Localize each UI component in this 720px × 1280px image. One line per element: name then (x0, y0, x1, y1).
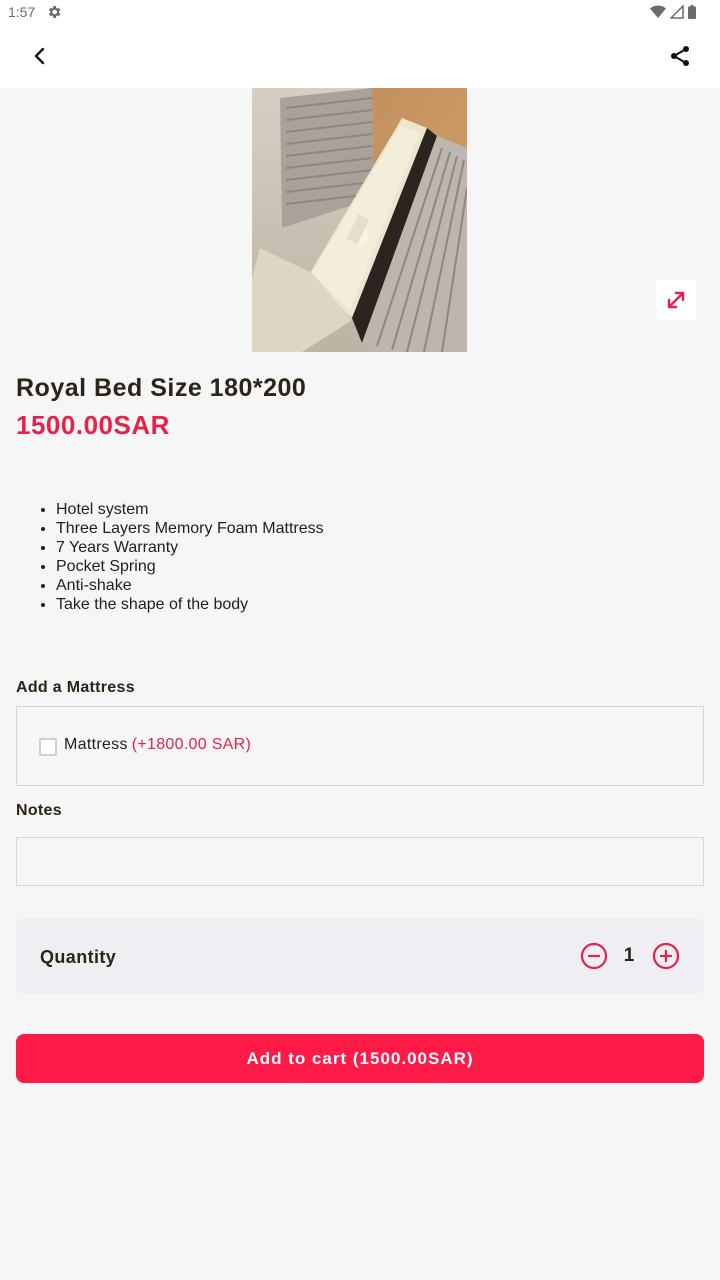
chevron-left-icon (34, 47, 45, 65)
status-icons (650, 4, 696, 20)
mattress-option-text: Mattress (+1800.00 SAR) (64, 736, 251, 754)
minus-circle-icon (580, 942, 608, 970)
increase-quantity-button[interactable] (650, 940, 682, 972)
notes-input[interactable] (16, 837, 704, 886)
battery-icon (688, 5, 696, 19)
plus-circle-icon (652, 942, 680, 970)
feature-item: Hotel system (56, 500, 324, 519)
status-bar: 1:57 (0, 0, 720, 24)
bed-photo (252, 88, 467, 352)
signal-icon (670, 5, 684, 19)
mattress-extra-price: (+1800.00 SAR) (131, 736, 252, 753)
product-image[interactable] (252, 88, 467, 352)
add-to-cart-button[interactable]: Add to cart (1500.00SAR) (16, 1034, 704, 1083)
mattress-option[interactable]: Mattress (+1800.00 SAR) (16, 706, 704, 786)
addon-section-label: Add a Mattress (16, 679, 135, 696)
quantity-value: 1 (623, 945, 635, 966)
product-title: Royal Bed Size 180*200 (16, 374, 307, 402)
product-price: 1500.00SAR (16, 410, 170, 440)
status-time: 1:57 (8, 4, 36, 20)
feature-item: Anti-shake (56, 576, 324, 595)
feature-item: Three Layers Memory Foam Mattress (56, 519, 324, 538)
back-button[interactable] (24, 40, 56, 72)
gear-icon (46, 4, 62, 20)
feature-item: 7 Years Warranty (56, 538, 324, 557)
notes-label: Notes (16, 802, 62, 819)
expand-icon (667, 291, 685, 309)
mattress-checkbox[interactable] (39, 738, 57, 756)
feature-item: Pocket Spring (56, 557, 324, 576)
decrease-quantity-button[interactable] (578, 940, 610, 972)
app-bar (0, 24, 720, 88)
wifi-icon (650, 5, 666, 19)
expand-image-button[interactable] (656, 280, 696, 320)
feature-list: Hotel system Three Layers Memory Foam Ma… (56, 500, 324, 614)
share-button[interactable] (664, 40, 696, 72)
quantity-stepper: Quantity 1 (16, 918, 704, 994)
share-icon (671, 46, 689, 66)
mattress-label: Mattress (64, 736, 128, 753)
quantity-label: Quantity (40, 947, 117, 967)
feature-item: Take the shape of the body (56, 595, 324, 614)
